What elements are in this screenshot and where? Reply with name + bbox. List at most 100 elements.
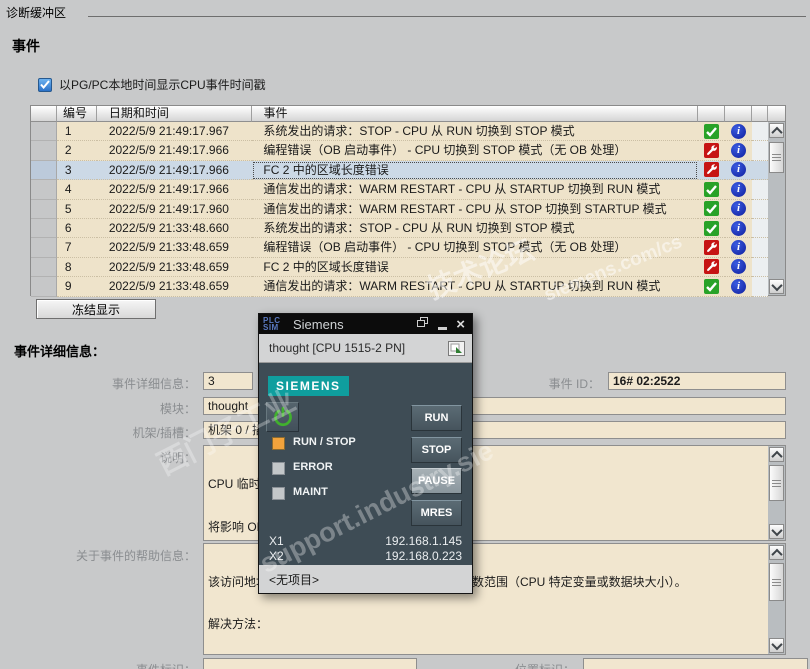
row-gutter (31, 238, 57, 258)
info-icon[interactable]: i (731, 143, 747, 159)
event-number: 5 (56, 199, 97, 219)
compact-view-icon[interactable] (448, 341, 465, 359)
row-gutter (31, 218, 57, 239)
row-spare-cell (752, 277, 768, 297)
table-row[interactable]: 7 2022/5/9 21:33:48.659 编程错误（OB 启动事件） - … (31, 238, 768, 258)
stop-button[interactable]: STOP (411, 437, 462, 463)
scroll-thumb[interactable] (769, 142, 784, 173)
close-window-icon[interactable]: × (456, 317, 465, 332)
header-status (698, 106, 726, 122)
mres-button[interactable]: MRES (411, 500, 462, 526)
header-number[interactable]: 编号 (56, 106, 97, 122)
event-number: 7 (56, 238, 97, 258)
minimize-window-icon[interactable] (438, 326, 448, 330)
event-number: 6 (56, 218, 97, 239)
scroll-down-button[interactable] (769, 279, 784, 294)
row-gutter (31, 199, 57, 219)
scroll-up-button[interactable] (769, 545, 784, 560)
table-row[interactable]: 4 2022/5/9 21:49:17.966 通信发出的请求：WARM RES… (31, 180, 768, 200)
interface-x1-name: X1 (269, 534, 284, 548)
power-icon (273, 406, 292, 427)
info-icon[interactable]: i (731, 123, 747, 139)
row-spare-cell (752, 218, 768, 239)
diagnostics-buffer-pane: 诊断缓冲区 事件 以PG/PC本地时间显示CPU事件时间戳 编号 日期和时间 事… (0, 0, 810, 669)
info-icon[interactable]: i (731, 278, 747, 294)
detail-number-label: 事件详细信息： (111, 377, 196, 391)
pane-title: 诊断缓冲区 (6, 6, 67, 20)
event-datetime: 2022/5/9 21:49:17.966 (96, 141, 253, 161)
help-line: 解决方法： (208, 617, 269, 631)
plcsim-project-name: <无项目> (269, 572, 320, 587)
row-spare-cell (752, 199, 768, 219)
siemens-brand-badge: SIEMENS (268, 376, 349, 396)
row-gutter (31, 257, 57, 278)
scroll-up-button[interactable] (769, 447, 784, 462)
info-icon[interactable]: i (731, 201, 747, 217)
table-row[interactable]: 6 2022/5/9 21:33:48.660 系统发出的请求：STOP - C… (31, 218, 768, 239)
table-row-selected[interactable]: 3 2022/5/9 21:49:17.966 FC 2 中的区域长度错误 i (31, 160, 768, 181)
scroll-down-button[interactable] (769, 524, 784, 539)
pg-pc-time-checkbox[interactable] (38, 77, 52, 92)
event-text: 通信发出的请求：WARM RESTART - CPU 从 STARTUP 切换到… (252, 180, 699, 200)
scroll-down-button[interactable] (769, 638, 784, 653)
event-datetime: 2022/5/9 21:33:48.660 (96, 218, 253, 239)
scroll-thumb[interactable] (769, 563, 784, 601)
detail-number-field[interactable]: 3 (203, 372, 253, 390)
row-gutter (31, 122, 57, 142)
plcsim-body: SIEMENS RUN / STOP ERROR MAINT RUN STOP … (259, 363, 472, 565)
header-event[interactable]: 事件 (252, 106, 699, 122)
table-row[interactable]: 1 2022/5/9 21:49:17.967 系统发出的请求：STOP - C… (31, 122, 768, 142)
header-datetime[interactable]: 日期和时间 (96, 106, 253, 122)
info-icon[interactable]: i (731, 162, 747, 178)
rack-slot-label: 机架/插槽： (132, 426, 196, 440)
table-row[interactable]: 9 2022/5/9 21:33:48.659 通信发出的请求：WARM RES… (31, 277, 768, 297)
plcsim-logo-icon: PLC SIM (263, 316, 281, 332)
pause-button[interactable]: PAUSE (411, 468, 462, 494)
module-label: 模块： (159, 402, 196, 416)
info-icon[interactable]: i (731, 259, 747, 275)
ok-check-icon (704, 278, 720, 294)
info-icon[interactable]: i (731, 240, 747, 256)
row-gutter (31, 277, 57, 297)
event-datetime: 2022/5/9 21:49:17.966 (96, 160, 253, 181)
freeze-display-button[interactable]: 冻结显示 (36, 299, 156, 319)
table-scrollbar[interactable] (768, 122, 785, 295)
help-scrollbar[interactable] (768, 544, 785, 654)
error-wrench-icon (704, 240, 720, 256)
row-spare-cell (752, 141, 768, 161)
maint-led (272, 487, 285, 500)
plcsim-device-bar: thought [CPU 1515-2 PN] (259, 334, 472, 363)
events-table: 编号 日期和时间 事件 1 2022/5/9 21:49:17.967 系统发出… (30, 105, 786, 297)
row-gutter (31, 160, 57, 181)
info-icon[interactable]: i (731, 220, 747, 236)
event-id-field[interactable]: 16# 02:2522 (608, 372, 786, 390)
power-button[interactable] (266, 402, 299, 432)
error-wrench-icon (704, 143, 720, 159)
events-heading: 事件 (12, 38, 40, 54)
plcsim-titlebar[interactable]: PLC SIM Siemens × (259, 314, 472, 334)
header-info (725, 106, 753, 122)
run-button[interactable]: RUN (411, 405, 462, 431)
event-text: 系统发出的请求：STOP - CPU 从 RUN 切换到 STOP 模式 (252, 122, 699, 142)
description-scrollbar[interactable] (768, 446, 785, 540)
info-icon[interactable]: i (731, 181, 747, 197)
ok-check-icon (704, 123, 720, 139)
bottom-right-field[interactable] (583, 658, 808, 669)
pg-pc-time-checkbox-label: 以PG/PC本地时间显示CPU事件时间戳 (59, 78, 266, 92)
scroll-thumb[interactable] (769, 465, 784, 501)
restore-window-icon[interactable] (417, 317, 429, 331)
bottom-left-field[interactable] (203, 658, 417, 669)
run-stop-led-label: RUN / STOP (293, 436, 356, 448)
header-scroll-corner (768, 106, 785, 122)
scroll-up-button[interactable] (769, 123, 784, 138)
event-text: 编程错误（OB 启动事件） - CPU 切换到 STOP 模式（无 OB 处理） (252, 141, 699, 161)
table-row[interactable]: 8 2022/5/9 21:33:48.659 FC 2 中的区域长度错误 i (31, 257, 768, 278)
table-row[interactable]: 5 2022/5/9 21:49:17.960 通信发出的请求：WARM RES… (31, 199, 768, 219)
event-id-label: 事件 ID： (548, 377, 600, 391)
event-datetime: 2022/5/9 21:33:48.659 (96, 238, 253, 258)
ok-check-icon (704, 181, 720, 197)
details-heading: 事件详细信息： (14, 344, 106, 359)
ok-check-icon (704, 220, 720, 236)
table-row[interactable]: 2 2022/5/9 21:49:17.966 编程错误（OB 启动事件） - … (31, 141, 768, 161)
ok-check-icon (704, 201, 720, 217)
